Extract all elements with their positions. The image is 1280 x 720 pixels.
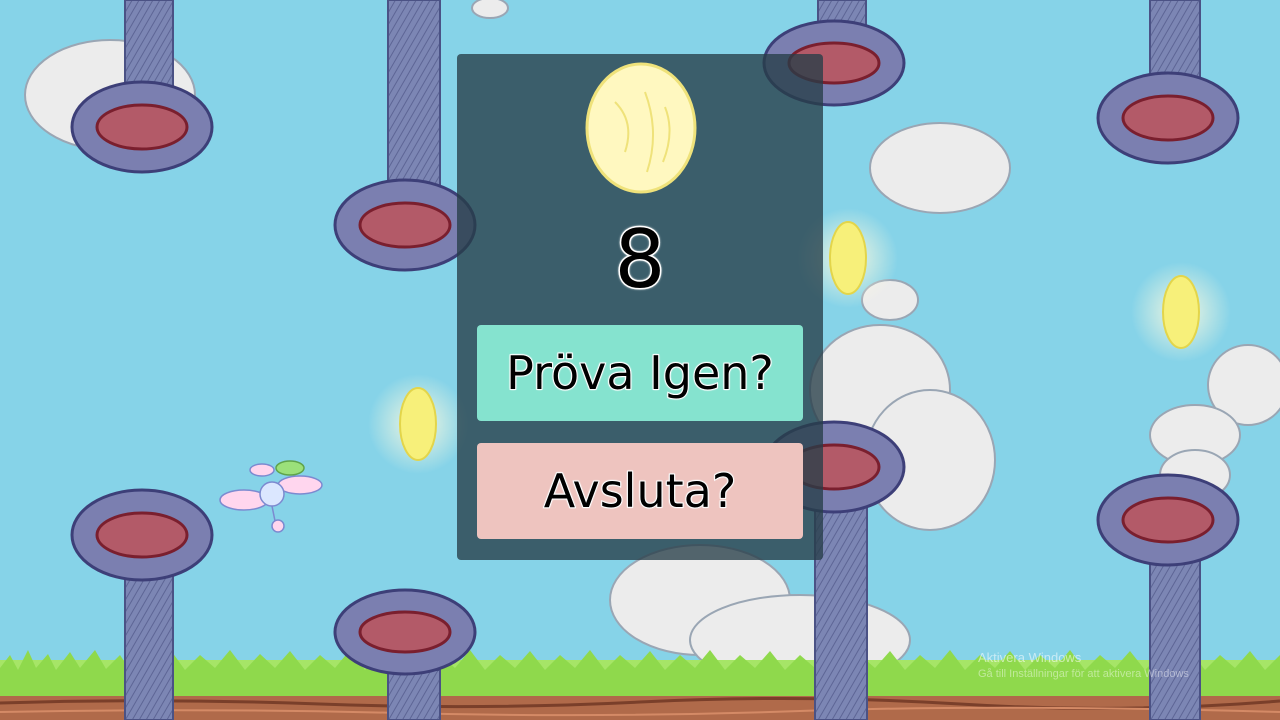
retry-button[interactable]: Pröva Igen? — [477, 325, 803, 421]
pillar-cap-core — [358, 610, 452, 654]
pillar-cap-core — [95, 103, 189, 151]
pillar-bottom — [124, 569, 174, 720]
pillar-top — [1149, 0, 1201, 81]
pillar-cap-core — [1121, 496, 1215, 544]
coin-icon — [1162, 275, 1200, 349]
pillar-top — [124, 0, 174, 91]
watermark-subtitle: Gå till Inställningar för att aktivera W… — [978, 668, 1189, 680]
moon-icon — [585, 62, 697, 194]
quit-button[interactable]: Avsluta? — [477, 443, 803, 539]
watermark-title: Aktivera Windows — [978, 650, 1082, 665]
player-character — [219, 460, 323, 533]
coin-icon — [399, 387, 437, 461]
cloud — [869, 122, 1011, 214]
pillar-bottom — [1149, 559, 1201, 720]
game-over-panel: 8 Pröva Igen? Avsluta? — [457, 54, 823, 560]
pillar-cap-core — [358, 201, 452, 249]
score-display: 8 — [613, 212, 667, 308]
windows-activation-watermark: Aktivera Windows Gå till Inställningar f… — [978, 650, 1189, 682]
pillar-cap-core — [95, 511, 189, 559]
pillar-bottom — [387, 669, 441, 720]
pillar-cap-core — [1121, 94, 1215, 142]
pillar-top — [387, 0, 441, 191]
coin-icon — [829, 221, 867, 295]
cloud — [471, 0, 509, 19]
